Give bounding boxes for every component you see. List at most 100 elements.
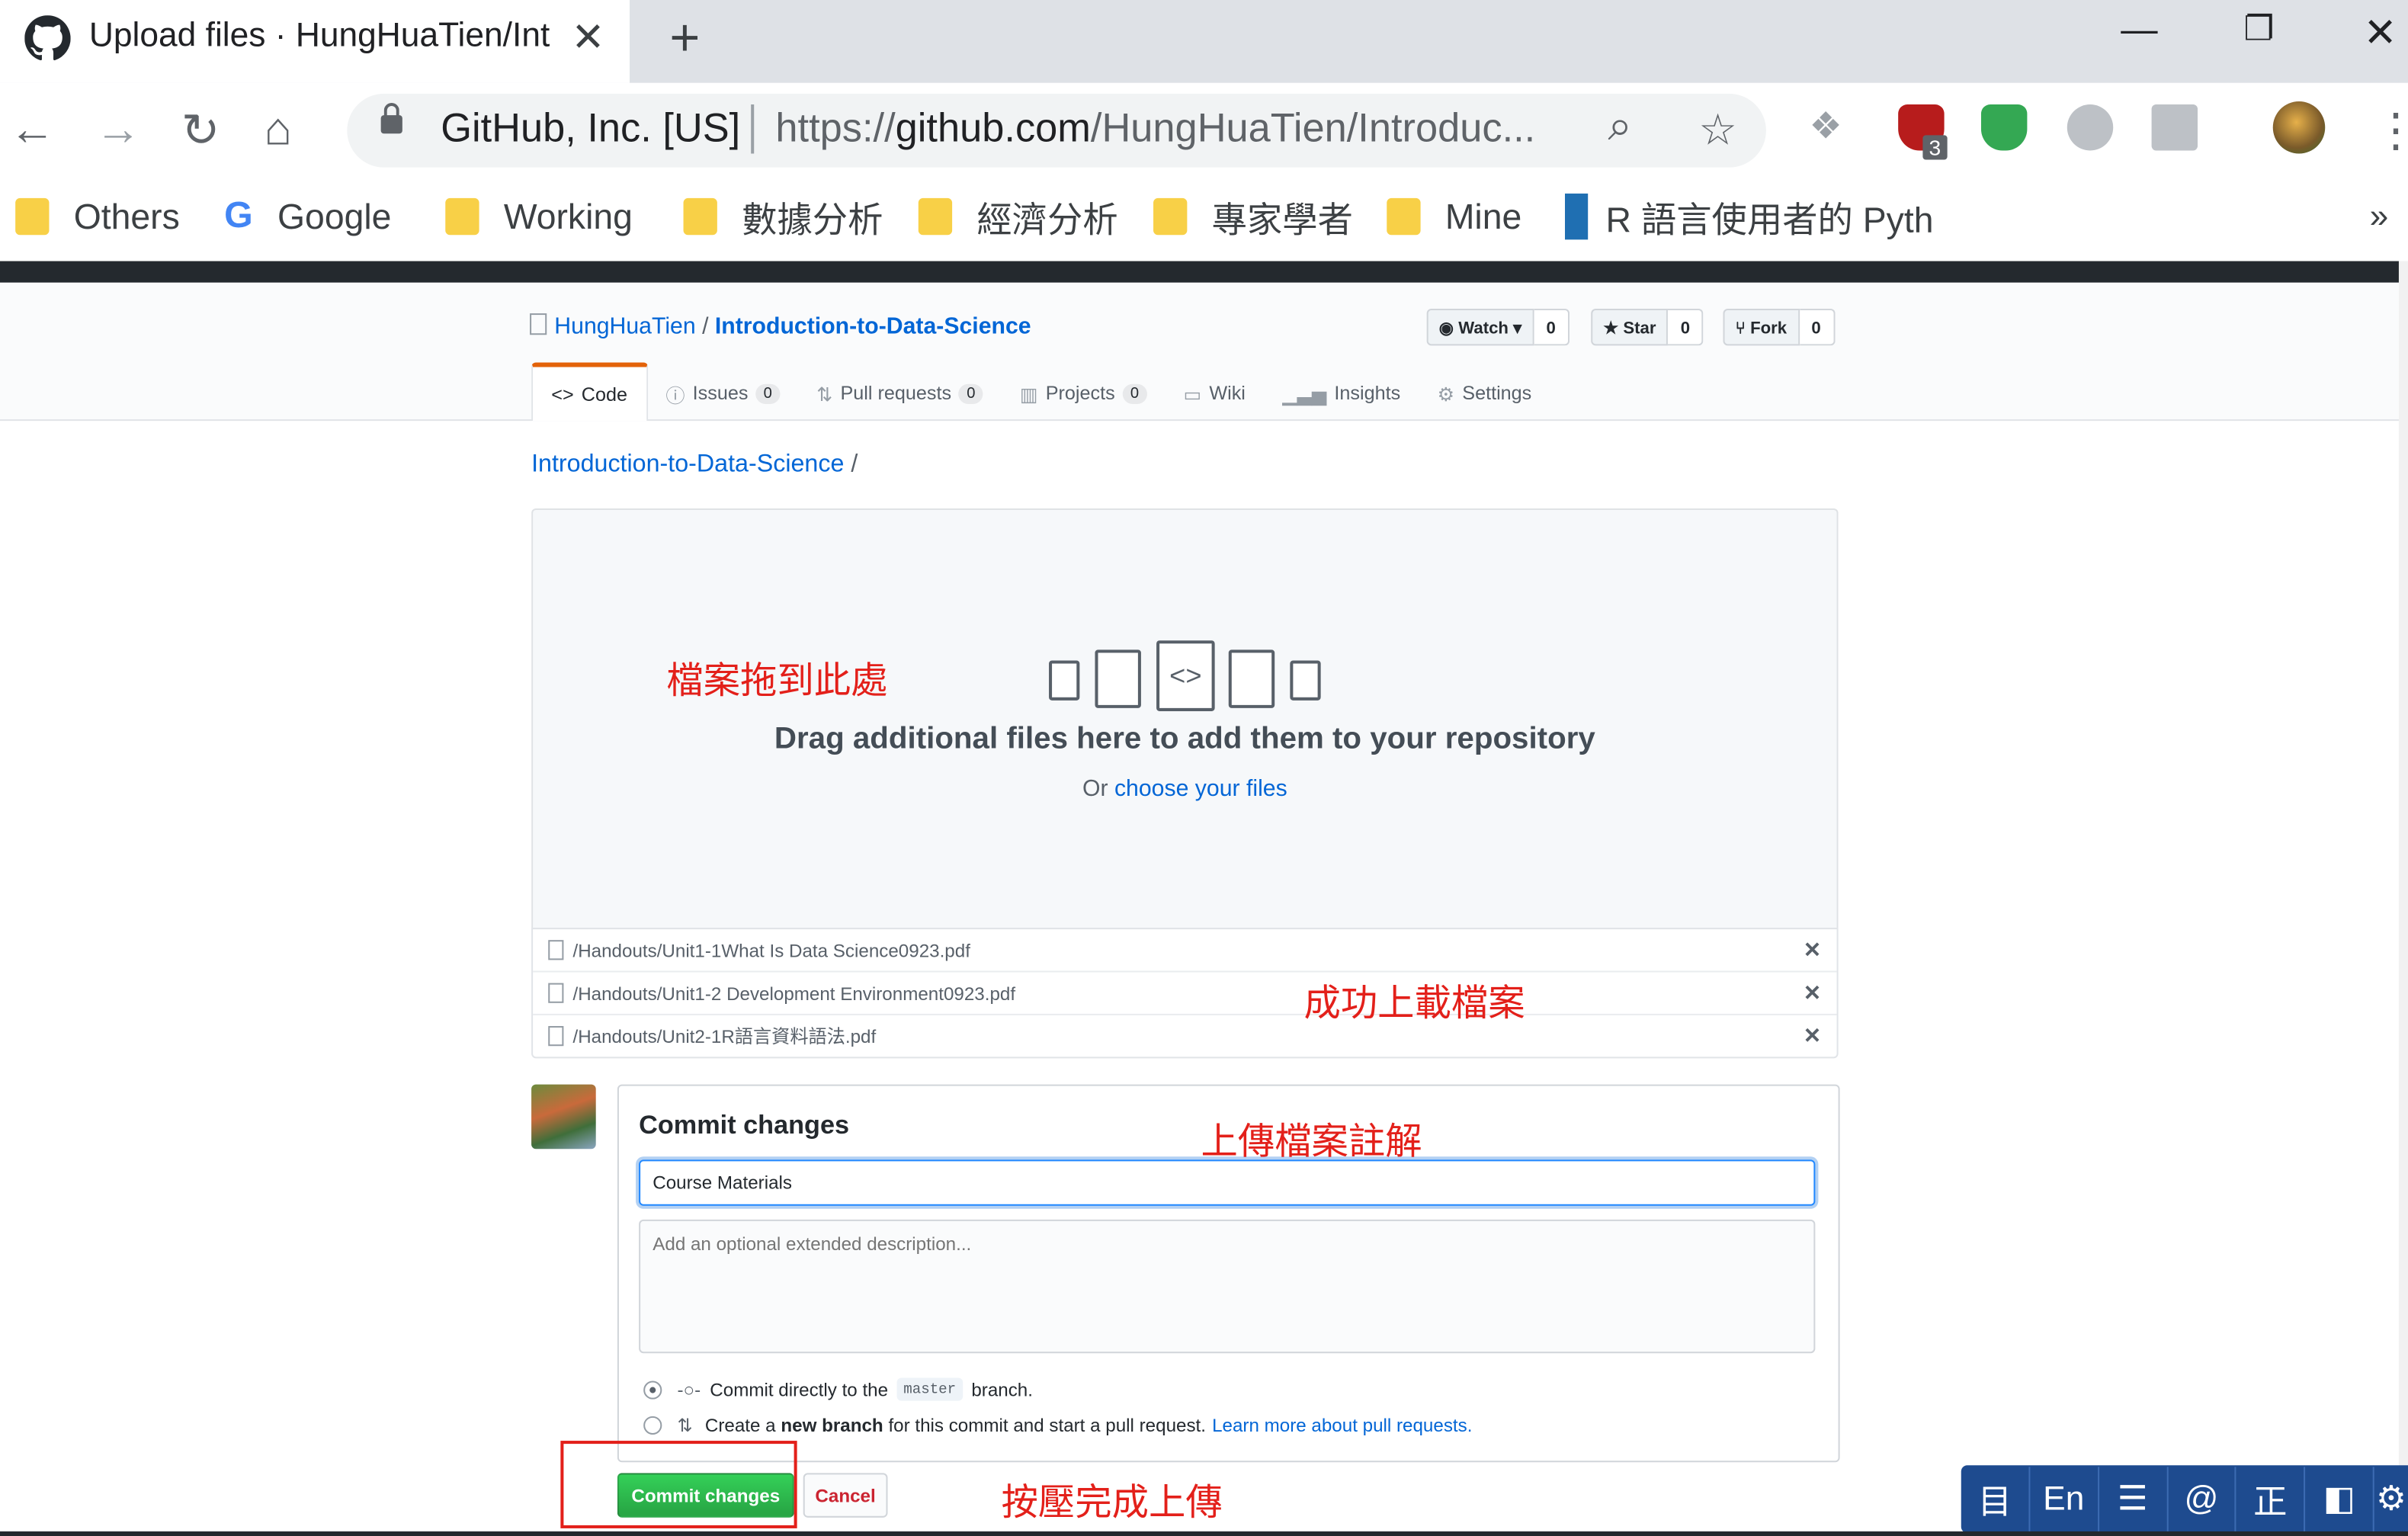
remove-file-icon[interactable]: ✕	[1804, 980, 1822, 1006]
bookmark-label: Google	[277, 195, 392, 236]
bookmark-label: 專家學者	[1211, 199, 1353, 240]
repo-name-link[interactable]: Introduction-to-Data-Science	[715, 313, 1031, 339]
tab-title: Upload files · HungHuaTien/Int	[88, 15, 550, 54]
tab-label: Wiki	[1209, 382, 1246, 404]
folder-icon	[918, 197, 953, 236]
new-branch-option[interactable]: ⇅ Create a new branch for this commit an…	[643, 1415, 1472, 1436]
home-icon[interactable]: ⌂	[265, 104, 293, 157]
url-path: /HungHuaTien/Introduc...	[1090, 104, 1536, 151]
watch-button[interactable]: ◉ Watch ▾ 0	[1426, 309, 1570, 346]
issues-counter: 0	[755, 383, 780, 403]
folder-icon	[445, 197, 479, 236]
remove-file-icon[interactable]: ✕	[1804, 1023, 1822, 1049]
url-text[interactable]: https://github.com/HungHuaTien/Introduc.…	[775, 104, 1574, 152]
watch-label[interactable]: ◉ Watch ▾	[1426, 309, 1534, 346]
cancel-button[interactable]: Cancel	[803, 1473, 888, 1518]
new-tab-icon[interactable]: +	[669, 9, 700, 69]
tab-issues[interactable]: ⓘ Issues 0	[647, 366, 798, 422]
ime-settings-icon[interactable]: ⚙	[2374, 1467, 2408, 1531]
github-icon	[24, 15, 71, 61]
star-label[interactable]: ★ Star	[1591, 309, 1669, 346]
file-icon	[548, 983, 564, 1003]
radio-new-branch[interactable]	[643, 1416, 662, 1435]
bookmark-label: 數據分析	[742, 199, 883, 240]
zip-file-icon	[1049, 660, 1080, 701]
pdf-extension-icon[interactable]	[2151, 104, 2198, 151]
file-name: /Handouts/Unit1-2 Development Environmen…	[572, 982, 1016, 1004]
watch-text: Watch	[1458, 319, 1509, 338]
ime-at-icon[interactable]: @	[2168, 1467, 2237, 1531]
profile-avatar[interactable]	[2272, 101, 2326, 154]
forward-icon[interactable]: →	[95, 104, 141, 157]
ime-list-icon[interactable]: ☰	[2099, 1467, 2168, 1531]
tab-wiki[interactable]: ▭ Wiki	[1165, 366, 1264, 422]
close-tab-icon[interactable]: ✕	[571, 14, 604, 61]
bookmark-label: Working	[503, 195, 633, 236]
url-host: github.com	[895, 104, 1091, 151]
bookmark-data-analysis[interactable]: 數據分析	[683, 192, 883, 241]
star-count[interactable]: 0	[1668, 309, 1704, 346]
code-file-icon: <>	[1156, 640, 1215, 711]
learn-more-link[interactable]: Learn more about pull requests.	[1212, 1415, 1472, 1436]
projects-counter: 0	[1122, 383, 1147, 403]
ime-mode-icon[interactable]: 目	[1961, 1467, 2031, 1531]
fork-label[interactable]: ⑂ Fork	[1723, 309, 1800, 346]
tab-projects[interactable]: ▥ Projects 0	[1002, 366, 1166, 422]
folder-icon	[683, 197, 717, 236]
bookmark-experts[interactable]: 專家學者	[1153, 192, 1353, 241]
file-drop-zone[interactable]	[531, 508, 1839, 928]
browser-tab[interactable]: Upload files · HungHuaTien/Int ✕	[0, 0, 630, 83]
commit-description-input[interactable]	[639, 1219, 1816, 1354]
restore-icon[interactable]: ❐	[2243, 9, 2274, 49]
bookmark-google[interactable]: G Google	[224, 192, 391, 241]
radio-commit-direct[interactable]	[643, 1380, 662, 1399]
drop-instructions: Drag additional files here to add them t…	[774, 722, 1595, 756]
tab-pull-requests[interactable]: ⇅ Pull requests 0	[798, 366, 1002, 422]
remove-file-icon[interactable]: ✕	[1804, 937, 1822, 963]
bookmark-r-python[interactable]: R 語言使用者的 Pyth	[1564, 192, 1934, 241]
github-header-bar	[0, 261, 2399, 283]
tab-settings[interactable]: ⚙ Settings	[1419, 366, 1550, 422]
eye-icon: ◉	[1438, 319, 1459, 338]
user-avatar[interactable]	[531, 1084, 596, 1150]
star-text: Star	[1623, 319, 1656, 338]
bookmark-label: Others	[73, 195, 180, 236]
zoom-icon[interactable]: ⌕	[1608, 101, 1632, 152]
fork-button[interactable]: ⑂ Fork 0	[1723, 309, 1835, 346]
repo-owner-link[interactable]: HungHuaTien	[554, 313, 695, 339]
book-icon: ▭	[1183, 383, 1202, 405]
ime-traditional-icon[interactable]: 正	[2236, 1467, 2306, 1531]
tab-code[interactable]: <> Code	[531, 362, 648, 422]
back-icon[interactable]: ←	[9, 104, 55, 157]
bookmark-others[interactable]: Others	[15, 192, 180, 241]
commit-direct-option[interactable]: -○- Commit directly to the master branch…	[643, 1377, 1033, 1401]
commit-message-input[interactable]	[639, 1159, 1816, 1206]
tab-insights[interactable]: ▁▃▅ Insights	[1264, 366, 1419, 422]
bookmark-label: Mine	[1444, 195, 1522, 236]
watch-count[interactable]: 0	[1534, 309, 1570, 346]
ime-english-toggle[interactable]: En	[2030, 1467, 2099, 1531]
star-button[interactable]: ★ Star 0	[1591, 309, 1704, 346]
more-bookmarks-icon[interactable]: »	[2370, 197, 2389, 236]
fork-count[interactable]: 0	[1799, 309, 1835, 346]
bookmark-star-icon[interactable]: ☆	[1698, 104, 1737, 155]
bookmark-working[interactable]: Working	[445, 192, 633, 241]
page-scrollbar[interactable]	[2398, 261, 2408, 1536]
dropbox-icon[interactable]: ❖	[1809, 104, 1855, 150]
commit-icon: -○-	[677, 1378, 701, 1400]
lock-icon[interactable]	[380, 103, 402, 134]
choose-files-link[interactable]: choose your files	[1114, 776, 1287, 802]
reload-icon[interactable]: ↻	[181, 104, 220, 159]
bookmark-mine[interactable]: Mine	[1387, 192, 1521, 241]
close-window-icon[interactable]: ✕	[2364, 9, 2397, 56]
extension-gray-icon[interactable]	[2067, 104, 2114, 151]
ime-fullwidth-icon[interactable]: ◧	[2306, 1467, 2374, 1531]
graph-icon: ▁▃▅	[1282, 383, 1327, 405]
chart-file-icon	[1095, 649, 1141, 708]
menu-kebab-icon[interactable]: ⋮	[2373, 104, 2408, 159]
bottom-border	[0, 1531, 2408, 1536]
bookmark-economic-analysis[interactable]: 經濟分析	[918, 192, 1118, 241]
minimize-icon[interactable]: —	[2121, 9, 2157, 52]
breadcrumb-repo-link[interactable]: Introduction-to-Data-Science	[531, 451, 844, 477]
shield-icon[interactable]	[1980, 104, 2028, 151]
